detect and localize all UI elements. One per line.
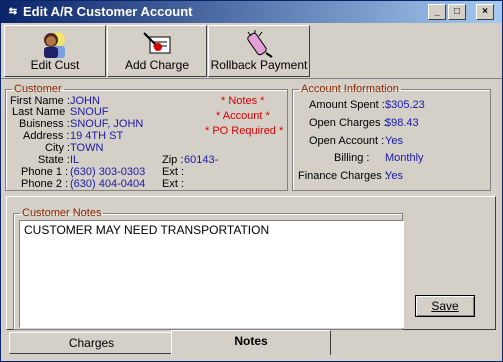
finance-charges-label: Finance Charges : <box>298 170 388 182</box>
phone2-ext-label: Ext : <box>162 178 185 190</box>
account-flag: * Account * <box>216 110 270 122</box>
window-title: Edit A/R Customer Account <box>23 4 193 19</box>
minimize-button[interactable]: _ <box>428 4 446 20</box>
customer-notes-textarea[interactable]: CUSTOMER MAY NEED TRANSPORTATION <box>19 220 404 328</box>
amount-spent-value: $305.23 <box>385 99 425 111</box>
open-charges-value: $98.43 <box>385 117 419 129</box>
billing-value: Monthly <box>385 152 424 164</box>
customer-group-label: Customer <box>14 83 62 95</box>
add-charge-button[interactable]: Add Charge <box>107 25 207 77</box>
toolbar: Edit Cust Add Charge Rollback Payment <box>1 24 502 79</box>
po-required-flag: * PO Required * <box>205 125 284 137</box>
business-value: SNOUF, JOHN <box>70 118 144 130</box>
address-value: 19 4TH ST <box>70 130 124 142</box>
people-icon <box>44 32 65 58</box>
business-label: Buisness : <box>19 118 70 130</box>
edit-ar-customer-window: ⇆ Edit A/R Customer Account _ □ × Edit C… <box>0 0 503 362</box>
amount-spent-label: Amount Spent : <box>309 99 385 111</box>
notes-flag: * Notes * <box>221 95 265 107</box>
close-button[interactable]: × <box>476 4 494 20</box>
rollback-payment-label: Rollback Payment <box>210 58 308 72</box>
billing-label: Billing : <box>334 152 370 164</box>
phone2-label: Phone 2 : <box>21 178 69 190</box>
account-information-label: Account Information <box>301 83 399 95</box>
phone2-value: (630) 404-0404 <box>70 178 146 190</box>
add-charge-label: Add Charge <box>124 58 190 72</box>
tab-notes[interactable]: Notes <box>171 330 331 355</box>
rollback-icon <box>247 30 273 58</box>
address-label: Address : <box>23 130 70 142</box>
last-name-label: Last Name <box>12 106 66 118</box>
customer-notes-text: CUSTOMER MAY NEED TRANSPORTATION <box>24 223 270 237</box>
phone1-ext-label: Ext : <box>162 166 185 178</box>
state-label: State : <box>38 154 70 166</box>
customer-notes-label: Customer Notes <box>22 207 102 219</box>
zip-value: 60143- <box>184 154 219 166</box>
open-charges-label: Open Charges : <box>309 117 387 129</box>
tab-charges[interactable]: Charges <box>9 332 174 354</box>
state-value: IL <box>70 154 80 166</box>
title-bar: ⇆ Edit A/R Customer Account _ □ × <box>1 1 502 23</box>
charge-document-icon <box>143 32 171 54</box>
city-value: TOWN <box>70 142 104 154</box>
finance-charges-value: Yes <box>385 170 403 182</box>
edit-cust-label: Edit Cust <box>30 58 80 72</box>
city-label: City : <box>45 142 71 154</box>
open-account-label: Open Account : <box>309 135 385 147</box>
edit-cust-button[interactable]: Edit Cust <box>4 25 106 77</box>
phone1-label: Phone 1 : <box>21 166 69 178</box>
last-name-value: SNOUF <box>70 106 109 118</box>
zip-label: Zip : <box>162 154 184 166</box>
maximize-button[interactable]: □ <box>448 4 466 20</box>
phone1-value: (630) 303-0303 <box>70 166 146 178</box>
open-account-value: Yes <box>385 135 403 147</box>
rollback-payment-button[interactable]: Rollback Payment <box>208 25 310 77</box>
save-button-label: Save <box>431 299 459 313</box>
save-button[interactable]: Save <box>415 295 475 317</box>
app-icon: ⇆ <box>8 6 18 17</box>
